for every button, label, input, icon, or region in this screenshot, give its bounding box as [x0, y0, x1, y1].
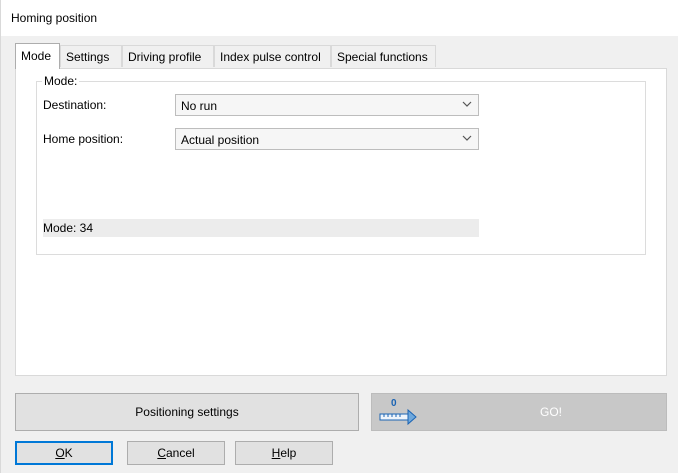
go-label: GO! [540, 405, 563, 419]
mode-readout: Mode: 34 [43, 219, 479, 237]
positioning-settings-button[interactable]: Positioning settings [15, 393, 359, 431]
tab-mode[interactable]: Mode [15, 43, 60, 69]
cancel-button[interactable]: Cancel [127, 441, 225, 465]
mode-groupbox: Mode: Destination: No run Home position:… [36, 74, 646, 255]
dialog-window: Homing position Mode Settings Driving pr… [0, 0, 678, 473]
tab-driving-profile[interactable]: Driving profile [122, 45, 214, 67]
cancel-rest: ancel [165, 446, 195, 460]
destination-select[interactable]: No run [175, 94, 479, 116]
tab-strip: Mode Settings Driving profile Index puls… [15, 43, 667, 69]
help-rest: elp [280, 446, 297, 460]
chevron-down-icon [462, 135, 472, 141]
mode-readout-text: Mode: 34 [43, 221, 94, 235]
window-title: Homing position [11, 11, 98, 25]
home-position-select[interactable]: Actual position [175, 128, 479, 150]
mode-group-label: Mode: [42, 74, 80, 88]
tab-settings[interactable]: Settings [60, 45, 122, 67]
chevron-down-icon [462, 101, 472, 107]
go-zero-label: 0 [391, 398, 397, 409]
destination-value: No run [181, 99, 218, 113]
home-position-value: Actual position [181, 133, 260, 147]
ok-accel: O [55, 446, 65, 460]
ok-rest: K [64, 446, 73, 460]
destination-label: Destination: [43, 98, 107, 112]
tab-index-pulse-control[interactable]: Index pulse control [214, 45, 331, 67]
cancel-accel: C [157, 446, 166, 460]
mode-tab-panel: Mode: Destination: No run Home position:… [15, 68, 667, 376]
help-button[interactable]: Help [235, 441, 333, 465]
home-position-label: Home position: [43, 132, 124, 146]
ruler-arrow-icon [379, 408, 417, 426]
title-bar: Homing position [1, 0, 678, 37]
go-button[interactable]: 0 GO! [371, 393, 667, 431]
ok-button[interactable]: OK [15, 441, 113, 465]
tab-special-functions[interactable]: Special functions [331, 45, 436, 67]
